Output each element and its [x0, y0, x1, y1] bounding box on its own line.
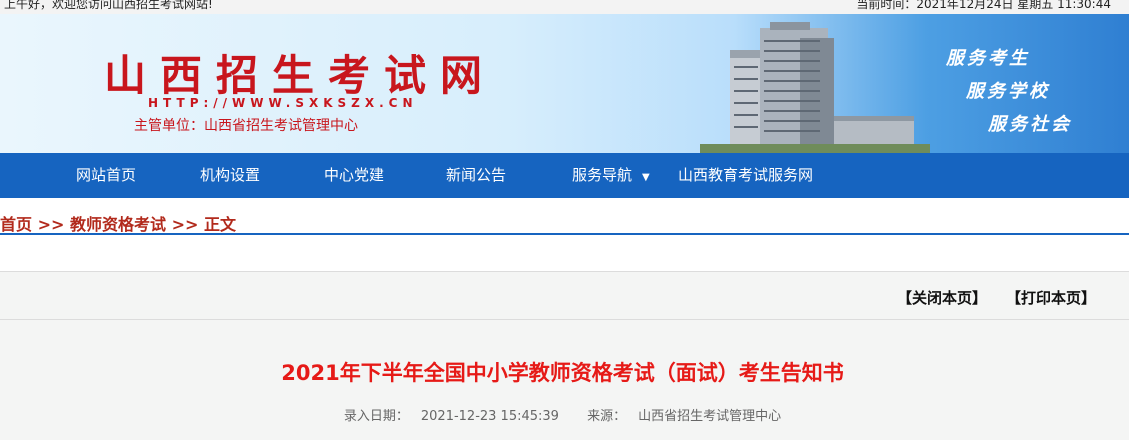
- article-meta: 录入日期： 2021-12-23 15:45:39 来源： 山西省招生考试管理中心: [0, 405, 1125, 424]
- article-title: 2021年下半年全国中小学教师资格考试（面试）考生告知书: [281, 361, 844, 385]
- slogan-students: 服务考生: [946, 48, 1030, 69]
- main-nav: 网站首页 机构设置 中心党建 新闻公告 服务导航 ▼ 山西教育考试服务网: [0, 153, 1129, 198]
- current-time: 当前时间：2021年12月24日 星期五 11:30:44: [856, 0, 1111, 10]
- nav-service-guide-label: 服务导航: [572, 166, 633, 184]
- site-url: HTTP://WWW.SXKSZX.CN: [148, 96, 418, 110]
- breadcrumb: 首页 >> 教师资格考试 >> 正文: [0, 211, 236, 235]
- slogan-schools: 服务学校: [966, 81, 1050, 102]
- toolbar-divider: [0, 319, 1129, 320]
- site-title: 山西招生考试网: [104, 51, 497, 100]
- breadcrumb-current: 正文: [203, 215, 236, 234]
- entry-date-label: 录入日期：: [343, 409, 409, 424]
- entry-date-value: 2021-12-23 15:45:39: [420, 409, 559, 424]
- close-page-button[interactable]: 【关闭本页】: [897, 287, 987, 308]
- breadcrumb-separator: >>: [171, 215, 199, 234]
- breadcrumb-teacher-exam[interactable]: 教师资格考试: [70, 215, 166, 234]
- nav-home[interactable]: 网站首页: [76, 153, 136, 198]
- sponsor-text: 主管单位：山西省招生考试管理中心: [134, 118, 358, 134]
- nav-news[interactable]: 新闻公告: [446, 153, 506, 198]
- print-page-button[interactable]: 【打印本页】: [1006, 287, 1096, 308]
- breadcrumb-divider: [0, 233, 1129, 235]
- top-info-bar: 上午好，欢迎您访问山西招生考试网站! 当前时间：2021年12月24日 星期五 …: [0, 0, 1129, 14]
- article-source: 来源： 山西省招生考试管理中心: [581, 409, 787, 424]
- breadcrumb-separator: >>: [37, 215, 65, 234]
- nav-organization[interactable]: 机构设置: [200, 153, 260, 198]
- nav-party-building[interactable]: 中心党建: [324, 153, 384, 198]
- nav-service-guide[interactable]: 服务导航 ▼: [572, 153, 650, 198]
- time-label: 当前时间：: [856, 0, 917, 11]
- nav-exam-service-network[interactable]: 山西教育考试服务网: [678, 153, 813, 198]
- slogan-society: 服务社会: [988, 114, 1072, 135]
- entry-date: 录入日期： 2021-12-23 15:45:39: [338, 409, 565, 424]
- source-label: 来源：: [587, 409, 627, 424]
- caret-down-icon: ▼: [642, 172, 650, 183]
- breadcrumb-home[interactable]: 首页: [0, 215, 32, 234]
- greeting-text: 上午好，欢迎您访问山西招生考试网站!: [4, 0, 213, 11]
- header-banner: 山西招生考试网 HTTP://WWW.SXKSZX.CN 主管单位：山西省招生考…: [0, 14, 1129, 153]
- time-value: 2021年12月24日 星期五 11:30:44: [916, 0, 1111, 11]
- source-value: 山西省招生考试管理中心: [638, 409, 782, 424]
- building-image: [700, 22, 930, 153]
